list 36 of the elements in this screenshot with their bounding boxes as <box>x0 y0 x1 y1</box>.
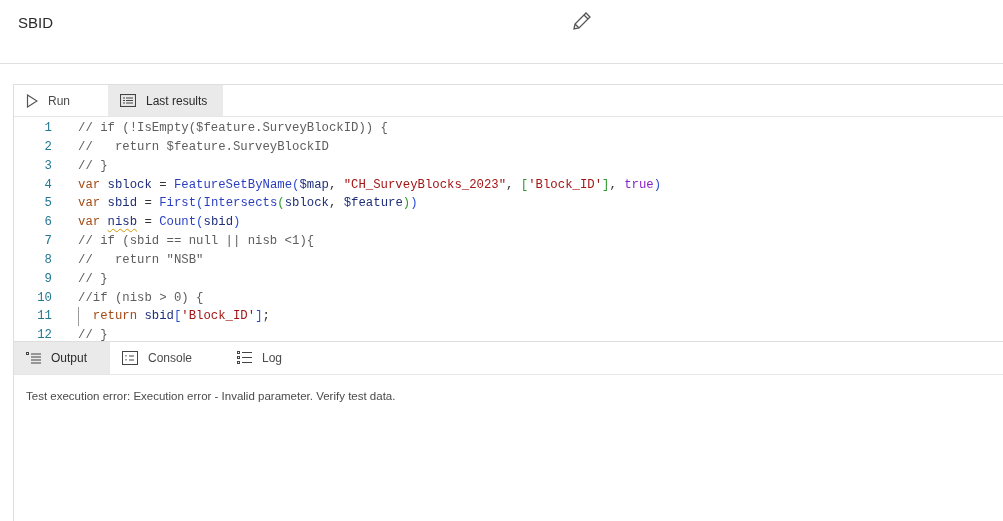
panel-tab[interactable]: Last results <box>108 85 223 116</box>
panel-tab[interactable]: Console <box>110 342 225 374</box>
code-line: // return $feature.SurveyBlockID <box>78 138 329 156</box>
line-number: 1 <box>43 120 52 137</box>
console-icon <box>122 351 138 365</box>
code-line: // } <box>78 270 108 288</box>
code-line: //if (nisb > 0) { <box>78 289 204 307</box>
code-line: // } <box>78 157 108 175</box>
run-button[interactable]: Run <box>14 85 108 116</box>
code-line: var sblock = FeatureSetByName($map, "CH_SurveyBlocks_2023", ['Block_ID'], true) <box>78 176 662 194</box>
line-number: 5 <box>43 195 52 213</box>
line-number: 8 <box>43 251 52 269</box>
log-icon <box>237 351 252 365</box>
panel-tab[interactable]: Output <box>14 342 110 374</box>
panel-tab[interactable]: Log <box>225 342 340 374</box>
code-line: var sbid = First(Intersects(sblock, $feature)) <box>78 195 418 213</box>
code-line: // if (!IsEmpty($feature.SurveyBlockID)) { <box>78 120 388 137</box>
line-number: 7 <box>43 233 52 251</box>
line-number: 9 <box>43 270 52 288</box>
code-line: // if (sbid == null || nisb <1){ <box>78 233 315 251</box>
code-line: var nisb = Count(sbid) <box>78 214 241 232</box>
line-number: 6 <box>43 214 52 232</box>
line-number: 2 <box>43 138 52 156</box>
code-line: // } <box>78 327 108 341</box>
results-icon <box>120 94 136 107</box>
line-number: 10 <box>36 289 52 307</box>
line-number: 3 <box>43 157 52 175</box>
field-name-title: SBID <box>18 13 53 33</box>
code-line: // return "NSB" <box>78 251 204 269</box>
output-message: Test execution error: Execution error - Invalid parameter. Verify test data. <box>25 389 397 404</box>
line-number: 4 <box>43 176 52 194</box>
line-number: 11 <box>36 308 52 326</box>
play-icon <box>26 93 38 108</box>
code-line: return sbid['Block_ID']; <box>78 307 270 327</box>
list-icon <box>26 351 41 365</box>
line-number: 12 <box>36 327 52 341</box>
